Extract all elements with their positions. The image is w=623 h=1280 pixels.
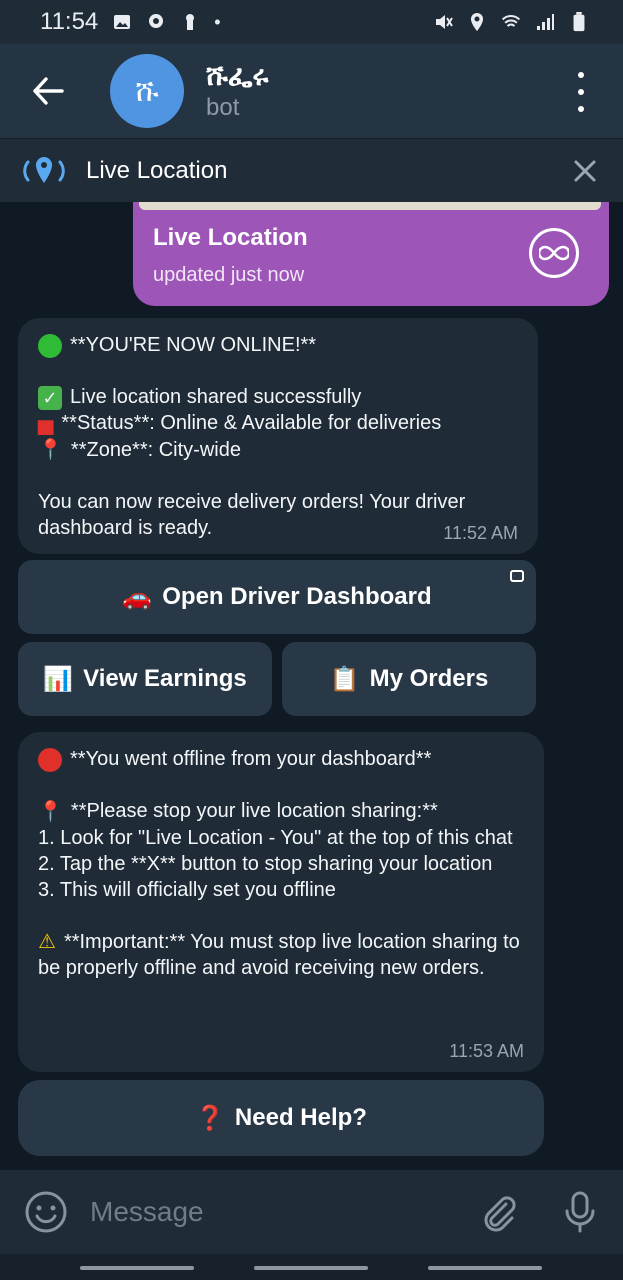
battery-icon	[573, 12, 585, 32]
car-icon: ▅	[38, 412, 54, 435]
pin-icon: 📍	[38, 439, 63, 462]
back-button[interactable]	[18, 61, 78, 121]
message-bubble-offline: **You went offline from your dashboard**…	[18, 732, 544, 1072]
chat-title-block[interactable]: ሹፌሩ bot	[206, 59, 268, 123]
message-bubble-online: **YOU'RE NOW ONLINE!** ✓ Live location sh…	[18, 318, 538, 554]
button-label: Need Help?	[234, 1104, 367, 1131]
chat-header: ሹ ሹፌሩ bot	[0, 44, 623, 138]
live-location-message[interactable]: Live Location updated just now	[133, 202, 609, 306]
live-location-title: Live Location	[86, 156, 228, 184]
live-indicator-icon	[529, 228, 579, 278]
nav-back-icon[interactable]	[428, 1266, 542, 1270]
message-text: 1. Look for "Live Location - You" at the…	[38, 826, 513, 849]
red-circle-icon	[38, 747, 62, 772]
message-text: 2. Tap the **X** button to stop sharing …	[38, 852, 493, 875]
system-nav-bar	[0, 1254, 623, 1280]
button-label: My Orders	[369, 665, 489, 692]
nav-recents-icon[interactable]	[80, 1266, 194, 1270]
live-location-icon	[23, 156, 65, 183]
button-label: Open Driver Dashboard	[162, 583, 432, 610]
signal-icon	[537, 14, 554, 30]
question-mark-icon: ❓	[195, 1104, 225, 1132]
live-location-bar[interactable]: Live Location	[0, 138, 623, 202]
check-mark-icon: ✓	[38, 385, 62, 410]
message-text: 3. This will officially set you offline	[38, 878, 336, 901]
message-text: **YOU'RE NOW ONLINE!**	[70, 334, 317, 356]
chat-subtitle: bot	[206, 94, 240, 121]
button-label: View Earnings	[83, 665, 247, 692]
message-text: **Zone**: City-wide	[70, 438, 241, 461]
live-card-subtitle: updated just now	[153, 264, 305, 286]
notification-dot-icon: •	[214, 11, 221, 32]
message-text: **You went offline from your dashboard**	[70, 748, 432, 770]
chat-title: ሹፌሩ	[206, 59, 269, 92]
close-icon[interactable]	[571, 157, 599, 185]
keyhole-icon	[186, 14, 195, 30]
location-status-icon	[149, 14, 164, 28]
open-driver-dashboard-button[interactable]: 🚗 Open Driver Dashboard	[18, 560, 536, 634]
message-text: **Please stop your live location sharing…	[70, 800, 438, 822]
clock: 11:54	[40, 8, 99, 35]
nav-home-icon[interactable]	[254, 1266, 368, 1270]
message-time: 11:53 AM	[449, 1041, 524, 1061]
mute-icon	[436, 15, 453, 29]
message-text: Live location shared successfully	[70, 386, 362, 408]
arrow-left-icon	[33, 77, 64, 105]
status-bar: 11:54 •	[0, 0, 623, 44]
location-icon	[471, 13, 483, 31]
message-time: 11:52 AM	[443, 523, 518, 543]
message-input[interactable]: Message	[90, 1196, 204, 1228]
emoji-icon[interactable]	[24, 1190, 68, 1234]
wifi-icon	[501, 15, 521, 27]
attach-icon[interactable]	[478, 1192, 518, 1232]
web-app-icon	[510, 570, 524, 582]
message-input-bar: Message	[0, 1170, 623, 1254]
gallery-icon	[114, 15, 131, 29]
map-preview	[139, 202, 601, 210]
avatar[interactable]: ሹ	[110, 54, 184, 128]
more-options-icon[interactable]	[569, 72, 593, 112]
bar-chart-icon: 📊	[43, 665, 74, 693]
pin-icon: 📍	[38, 800, 63, 823]
message-text: **Important:** You must stop live locati…	[38, 930, 526, 980]
my-orders-button[interactable]: 📋 My Orders	[282, 642, 536, 716]
need-help-button[interactable]: ❓ Need Help?	[18, 1080, 544, 1156]
car-icon: 🚗	[122, 583, 153, 611]
live-card-title: Live Location	[153, 224, 308, 251]
microphone-icon[interactable]	[562, 1190, 598, 1234]
message-text: **Status**: Online & Available for deliv…	[61, 412, 442, 434]
clipboard-icon: 📋	[329, 665, 360, 693]
warning-icon: ⚠	[38, 931, 56, 954]
green-circle-icon	[38, 333, 62, 358]
chat-area[interactable]: Live Location updated just now **YOU'RE …	[0, 202, 623, 1170]
view-earnings-button[interactable]: 📊 View Earnings	[18, 642, 272, 716]
